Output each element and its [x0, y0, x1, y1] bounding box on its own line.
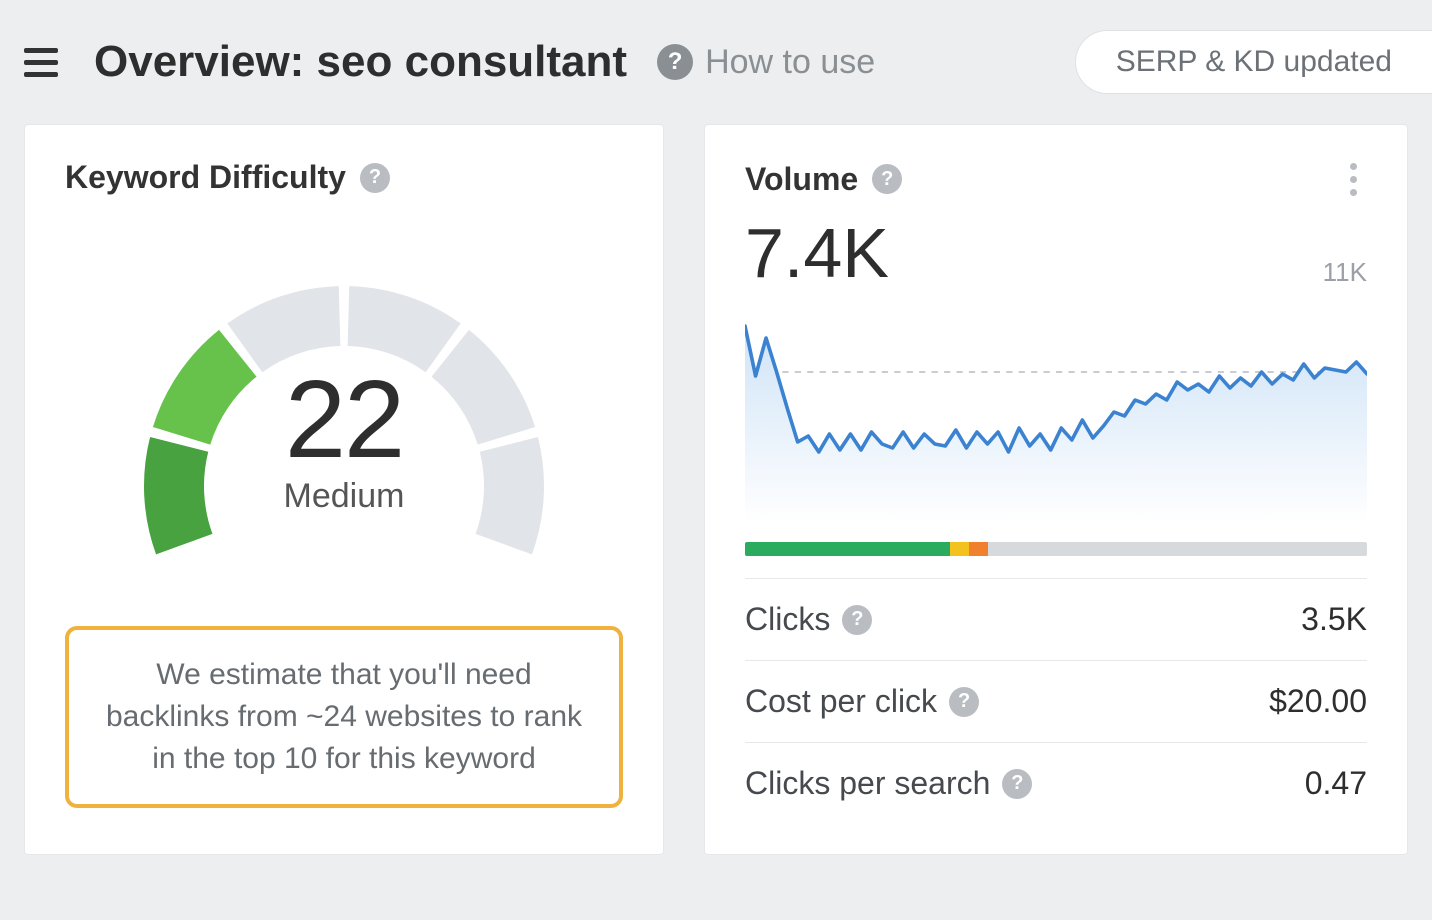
cards-row: Keyword Difficulty ? 22 Medium We estima… — [0, 124, 1432, 855]
serp-update-badge[interactable]: SERP & KD updated — [1075, 30, 1432, 94]
metric-label: Cost per click — [745, 683, 937, 720]
help-icon[interactable]: ? — [360, 163, 390, 193]
kd-score: 22 — [65, 356, 623, 483]
metric-label: Clicks — [745, 601, 830, 638]
volume-sparkline — [745, 294, 1367, 524]
metric-value: 3.5K — [1301, 601, 1367, 638]
menu-icon[interactable] — [24, 42, 64, 82]
metric-value: 0.47 — [1305, 765, 1367, 802]
dist-segment-green — [745, 542, 950, 556]
page-title: Overview: seo consultant — [94, 37, 627, 87]
help-icon[interactable]: ? — [1002, 769, 1032, 799]
kd-backlink-note: We estimate that you'll need backlinks f… — [65, 626, 623, 808]
help-icon[interactable]: ? — [872, 164, 902, 194]
help-icon[interactable]: ? — [949, 687, 979, 717]
metric-row-clicks: Clicks ? 3.5K — [745, 578, 1367, 660]
metric-row-cps: Clicks per search ? 0.47 — [745, 742, 1367, 824]
help-icon: ? — [657, 44, 693, 80]
help-icon[interactable]: ? — [842, 605, 872, 635]
volume-distribution-bar — [745, 542, 1367, 556]
how-to-use-label: How to use — [705, 43, 875, 82]
more-menu-icon[interactable] — [1339, 159, 1367, 199]
metric-value: $20.00 — [1269, 683, 1367, 720]
keyword-difficulty-card: Keyword Difficulty ? 22 Medium We estima… — [24, 124, 664, 855]
kd-card-title: Keyword Difficulty — [65, 159, 346, 196]
sparkline-chart — [745, 294, 1367, 524]
volume-card-header: Volume ? — [745, 159, 1367, 199]
dist-segment-orange — [969, 542, 988, 556]
dist-segment-gray — [988, 542, 1367, 556]
metric-row-cpc: Cost per click ? $20.00 — [745, 660, 1367, 742]
kd-level: Medium — [65, 477, 623, 516]
page-header: Overview: seo consultant ? How to use SE… — [0, 0, 1432, 124]
kd-gauge: 22 Medium — [65, 236, 623, 616]
volume-card: Volume ? 7.4K 11K — [704, 124, 1408, 855]
how-to-use-link[interactable]: ? How to use — [657, 43, 875, 82]
volume-card-title: Volume — [745, 161, 858, 198]
volume-metrics: Clicks ? 3.5K Cost per click ? $20.00 Cl… — [745, 578, 1367, 824]
kd-card-header: Keyword Difficulty ? — [65, 159, 623, 196]
dist-segment-yellow — [950, 542, 969, 556]
metric-label: Clicks per search — [745, 765, 990, 802]
